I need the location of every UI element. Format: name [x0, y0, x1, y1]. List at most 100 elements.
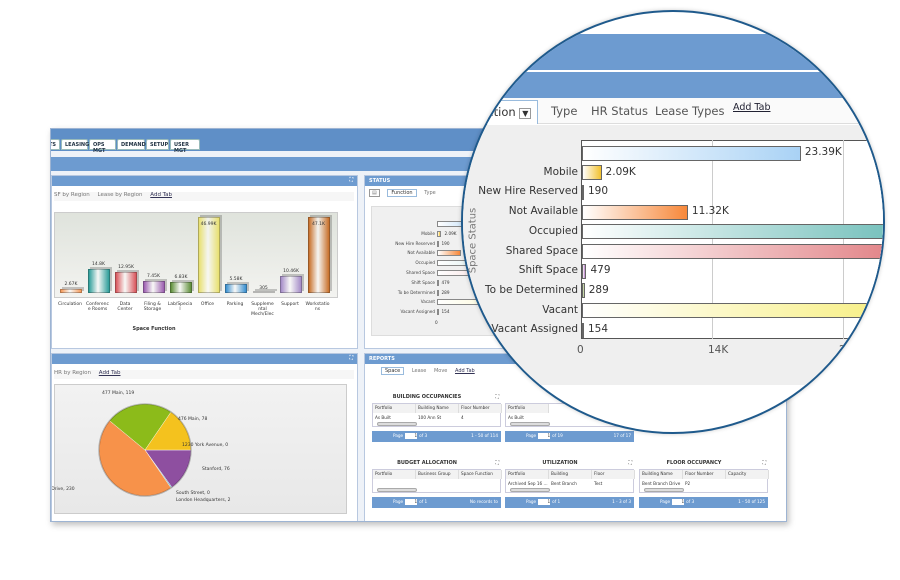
table-cell: Test — [594, 481, 603, 486]
page-number-input[interactable]: 1 — [538, 499, 551, 505]
bar — [437, 279, 439, 286]
horizontal-scrollbar[interactable] — [510, 422, 550, 426]
tab-sf-by-region[interactable]: SF by Region — [54, 192, 90, 198]
bar-value-label: 14.8K — [92, 262, 105, 268]
y-tick-label: Vacant Assigned — [491, 323, 578, 336]
column-header[interactable]: Portfolio — [506, 470, 549, 479]
bar — [582, 145, 801, 161]
maximize-icon[interactable]: ⛶ — [495, 394, 499, 400]
pie-label: London Headquarters, 2 — [176, 497, 231, 503]
y-tick-label: Occupied — [415, 260, 435, 266]
bar — [170, 281, 192, 293]
pagination-bar: Page 1 of 3 1 - 50 of 114 — [372, 431, 501, 442]
widget-title: FLOOR OCCUPANCY — [666, 460, 722, 466]
bar — [60, 288, 82, 293]
column-header[interactable]: Building Name — [416, 404, 459, 413]
tab-function[interactable]: Function — [387, 189, 417, 197]
nav-tab[interactable]: SETUP — [146, 139, 169, 150]
bar-value-label: 190 — [588, 185, 609, 198]
column-header[interactable]: Space Function — [459, 470, 502, 479]
tab-lease[interactable]: Lease — [412, 368, 427, 374]
x-tick-label: 28K — [839, 344, 860, 356]
horizontal-scrollbar[interactable] — [377, 422, 417, 426]
page-label: Page — [526, 433, 537, 438]
column-header[interactable]: Portfolio — [373, 404, 416, 413]
horizontal-scrollbar[interactable] — [510, 488, 550, 492]
bar — [582, 283, 585, 299]
bar — [582, 204, 688, 220]
bar — [197, 217, 220, 293]
data-grid: Building Name Bent Branch Drive Floor Numb… — [639, 469, 769, 493]
record-range: No records to — [469, 499, 498, 504]
add-tab-link[interactable]: Add Tab — [150, 192, 172, 198]
nav-tab[interactable]: USER MGT — [170, 139, 200, 154]
table-cell — [416, 480, 459, 482]
pie-label: 1230 York Avenue, 0 — [182, 442, 228, 448]
bar-value-label: 190 — [441, 240, 450, 246]
bar-value-label: 2.09K — [444, 230, 457, 236]
column-header[interactable]: Floor Number — [683, 470, 726, 479]
column-header[interactable]: Building Name — [640, 470, 683, 479]
tab-type[interactable]: Type — [551, 104, 577, 118]
tab-move[interactable]: Move — [434, 368, 447, 374]
nav-tab[interactable]: LEASING — [61, 139, 89, 150]
column-header[interactable]: Business Group — [416, 470, 459, 479]
bar-value-label: 154 — [441, 309, 450, 315]
dropdown-arrow-icon[interactable]: ▼ — [519, 108, 532, 119]
bar-value-label: 47.1K — [312, 222, 325, 227]
tab-type[interactable]: Type — [424, 190, 435, 196]
bar-value-label: 2.67K — [64, 281, 78, 287]
nav-tab[interactable]: OPS MGT — [89, 139, 116, 154]
bar — [280, 276, 302, 293]
hr-panel: ⛶ HR by Region Add Tab Stanford, 76 South… — [51, 353, 358, 521]
page-number-input[interactable]: 1 — [405, 433, 418, 439]
bar-value-label: 479 — [590, 264, 611, 277]
maximize-icon[interactable]: ⛶ — [762, 460, 766, 466]
x-tick-label: 14K — [708, 344, 729, 356]
tab-lease-types[interactable]: Lease Types — [655, 104, 724, 118]
page-number-input[interactable]: 1 — [538, 433, 551, 439]
bar-chart-plot: 2.67K 14.8K 12.95K 7.45K 6.83K 46.99K 5.58K 305… — [54, 212, 338, 298]
panel-header: ⛶ — [52, 176, 357, 186]
horizontal-scrollbar[interactable] — [644, 488, 684, 492]
nav-tab[interactable]: TS — [51, 139, 60, 150]
bar — [582, 263, 587, 279]
pie-label: South Street, 0 — [176, 490, 210, 496]
column-header[interactable]: Building — [549, 470, 592, 479]
bar — [582, 224, 883, 240]
column-header[interactable]: Portfolio — [373, 470, 416, 479]
bar — [142, 280, 165, 293]
tab-hr-status[interactable]: HR Status — [591, 104, 648, 118]
chart-type-icon[interactable]: ▤ — [369, 189, 380, 197]
table-cell: As Built — [508, 415, 524, 420]
tab-function[interactable]: nction ▼ — [473, 100, 539, 124]
pie-label: 476 Main, 78 — [178, 416, 207, 422]
horizontal-scrollbar[interactable] — [377, 488, 417, 492]
column-header[interactable]: Floor Number — [459, 404, 502, 413]
bar-value-label: 12.95K — [118, 265, 134, 271]
widget-title: BUDGET ALLOCATION — [397, 460, 457, 466]
nav-tab[interactable]: DEMAND — [117, 139, 146, 150]
tab-lease-by-region[interactable]: Lease by Region — [97, 192, 142, 198]
page-label: Page — [526, 499, 537, 504]
column-header[interactable]: Floor — [592, 470, 635, 479]
pie-label: Bent Branch Drive, 230 — [52, 486, 75, 492]
y-tick-label: Not Available — [407, 250, 435, 256]
column-header[interactable]: Capacity — [726, 470, 769, 479]
maximize-icon[interactable]: ⛶ — [495, 460, 499, 466]
column-header[interactable]: Portfolio — [506, 404, 549, 413]
pie-chart: Stanford, 76 South Street, 0London Headqu… — [52, 390, 231, 503]
maximize-icon[interactable]: ⛶ — [349, 177, 353, 183]
y-tick-label: Occupied — [528, 224, 578, 237]
page-number-input[interactable]: 1 — [405, 499, 418, 505]
bar — [582, 244, 883, 259]
page-number-input[interactable]: 1 — [672, 499, 685, 505]
maximize-icon[interactable]: ⛶ — [628, 460, 632, 466]
y-tick-label: To be Determined — [484, 283, 578, 296]
y-tick-label: Shift Space — [518, 264, 578, 277]
tab-space[interactable]: Space — [381, 367, 405, 375]
x-tick-label: Workstatio ns — [305, 302, 330, 312]
bar — [582, 303, 883, 319]
y-tick-label: New Hire Reserved — [478, 185, 578, 198]
add-tab-link[interactable]: Add Tab — [733, 102, 771, 113]
